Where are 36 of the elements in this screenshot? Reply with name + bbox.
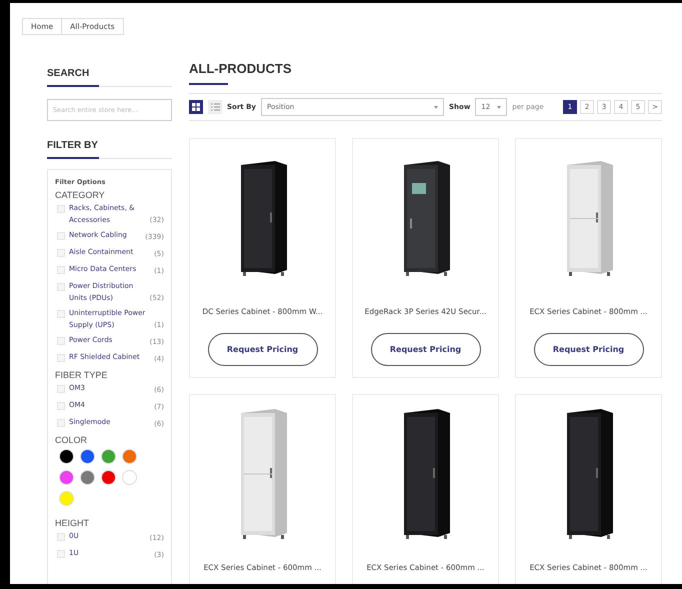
request-pricing-button[interactable]: Request Pricing [208,333,318,366]
color-swatch[interactable] [101,470,116,485]
checkbox[interactable] [57,283,65,291]
caret-icon [434,106,438,108]
filter-group-title: HEIGHT [55,518,90,528]
request-pricing-button[interactable]: Request Pricing [534,333,644,366]
checkbox[interactable] [57,550,65,558]
page-title: ALL-PRODUCTS [189,61,293,78]
color-swatch[interactable] [80,470,95,485]
checkbox[interactable] [57,205,65,213]
section-heading: FILTER BY [47,140,98,151]
request-pricing-button[interactable]: Request Pricing [370,333,480,366]
checkbox[interactable] [57,354,65,362]
filter-group-title: COLOR [55,435,88,445]
view-mode-button[interactable] [189,100,203,114]
color-swatch[interactable] [80,449,95,464]
color-swatch[interactable] [122,470,137,485]
color-swatch[interactable] [59,491,74,506]
checkbox[interactable] [57,232,65,240]
color-swatch[interactable] [59,470,74,485]
checkbox[interactable] [57,249,65,257]
checkbox[interactable] [57,419,65,427]
checkbox[interactable] [57,385,65,393]
grid-icon [192,103,200,111]
section-heading: SEARCH [47,68,90,79]
color-swatch[interactable] [101,449,116,464]
color-swatch[interactable] [59,449,74,464]
filter-group-title: CATEGORY [55,190,106,200]
color-swatch[interactable] [122,449,137,464]
checkbox[interactable] [57,310,65,318]
checkbox[interactable] [57,266,65,274]
checkbox[interactable] [57,533,65,541]
filter-group-title: FIBER TYPE [55,370,108,380]
checkbox[interactable] [57,402,65,410]
caret-icon [497,106,502,108]
checkbox[interactable] [57,337,65,345]
